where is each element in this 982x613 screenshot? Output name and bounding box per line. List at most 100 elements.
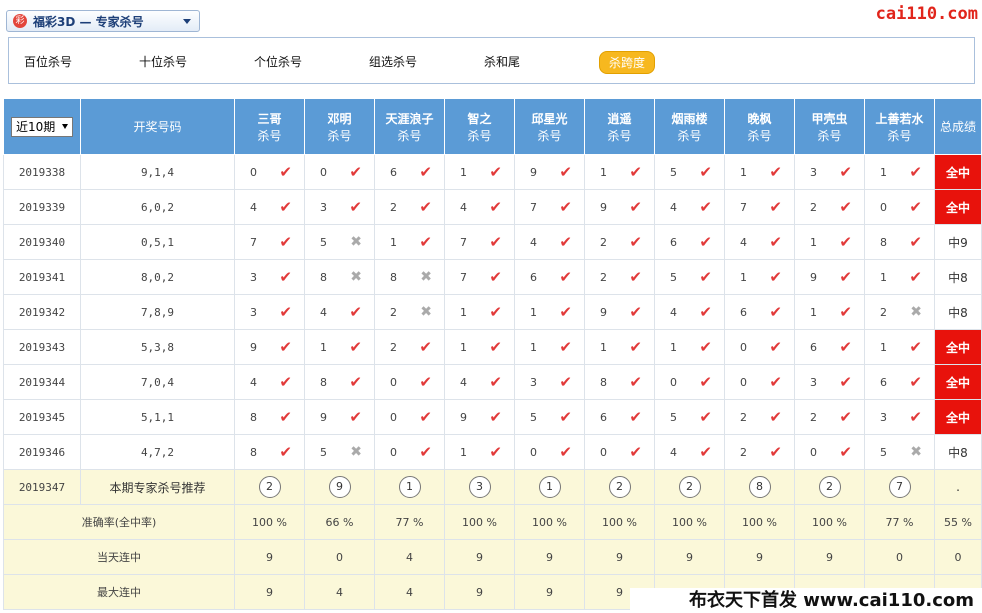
kill-cell: 7 ✔ xyxy=(514,189,585,225)
check-icon: ✔ xyxy=(559,163,572,181)
kill-cell-content: 1 ✔ xyxy=(586,338,654,356)
kill-cell: 0 ✔ xyxy=(864,189,935,225)
check-icon: ✔ xyxy=(629,338,642,356)
kill-cell: 6 ✔ xyxy=(374,154,445,190)
recommend-number: 2 xyxy=(678,476,701,498)
kill-cell: 9 ✔ xyxy=(584,294,655,330)
kill-number: 4 xyxy=(740,235,747,249)
kill-number: 1 xyxy=(460,305,467,319)
recommend-row: 2019347 本期专家杀号推荐 2 9 1 3 1 2 2 8 2 7. xyxy=(3,469,982,505)
expert-sub-label: 杀号 xyxy=(537,128,562,143)
expert-sub-label: 杀号 xyxy=(887,128,912,143)
draw-number-header: 开奖号码 xyxy=(80,98,235,155)
kill-number: 2 xyxy=(390,200,397,214)
kill-cell-content: 4 ✔ xyxy=(656,443,724,461)
stat-value: 77 % xyxy=(864,504,935,540)
check-icon: ✔ xyxy=(279,338,292,356)
kill-number: 4 xyxy=(460,200,467,214)
kill-number: 2 xyxy=(390,305,397,319)
kill-cell-content: 1 ✔ xyxy=(516,303,584,321)
table-row: 2019339 6,0,2 4 ✔ 3 ✔ 2 ✔ 4 ✔ 7 ✔ 9 ✔ 4 ✔ 7 ✔ 2 ✔ 0 ✔ 全中 xyxy=(3,189,982,225)
kill-number: 6 xyxy=(810,340,817,354)
kill-cell-content: 1 ✔ xyxy=(726,163,794,181)
draw-number: 7,8,9 xyxy=(80,294,235,330)
kill-cell-content: 9 ✔ xyxy=(446,408,514,426)
draw-number: 0,5,1 xyxy=(80,224,235,260)
kill-number: 6 xyxy=(530,270,537,284)
check-icon: ✔ xyxy=(279,443,292,461)
check-icon: ✔ xyxy=(559,198,572,216)
kill-number: 5 xyxy=(320,235,327,249)
table-row: 2019342 7,8,9 3 ✔ 4 ✔ 2 ✖ 1 ✔ 1 ✔ 9 ✔ 4 ✔ 6 ✔ 1 ✔ 2 ✖ 中8 xyxy=(3,294,982,330)
kill-cell-content: 3 ✔ xyxy=(306,198,374,216)
kill-cell: 1 ✔ xyxy=(514,294,585,330)
issue-number: 2019343 xyxy=(3,329,81,365)
tab-units-kill[interactable]: 个位杀号 xyxy=(254,53,302,70)
issue-number: 2019338 xyxy=(3,154,81,190)
lottery-type-select[interactable]: 彩 福彩3D — 专家杀号 xyxy=(6,10,200,32)
site-logo[interactable]: cai110.com xyxy=(876,4,978,24)
kill-cell: 0 ✔ xyxy=(724,364,795,400)
kill-cell-content: 1 ✔ xyxy=(446,338,514,356)
kill-cell: 0 ✔ xyxy=(374,364,445,400)
tab-group-kill[interactable]: 组选杀号 xyxy=(369,53,417,70)
recommend-number: 2 xyxy=(258,476,281,498)
kill-number: 8 xyxy=(250,445,257,459)
stat-row: 准确率(全中率) 100 % 66 % 77 % 100 % 100 % 100 % 100 … xyxy=(3,504,982,540)
kill-cell-content: 7 ✔ xyxy=(446,233,514,251)
kill-cell-content: 3 ✔ xyxy=(866,408,934,426)
kill-cell-content: 0 ✔ xyxy=(376,373,444,391)
kill-number: 2 xyxy=(810,410,817,424)
kill-cell: 2 ✔ xyxy=(374,189,445,225)
expert-sub-label: 杀号 xyxy=(817,128,842,143)
kill-cell: 4 ✔ xyxy=(654,434,725,470)
issue-number: 2019345 xyxy=(3,399,81,435)
expert-header: 晚枫 杀号 xyxy=(724,98,795,155)
cross-icon: ✖ xyxy=(420,304,432,320)
tab-hundreds-kill[interactable]: 百位杀号 xyxy=(24,53,72,70)
kill-number: 0 xyxy=(390,410,397,424)
tab-sum-tail-kill[interactable]: 杀和尾 xyxy=(484,53,520,70)
check-icon: ✔ xyxy=(559,373,572,391)
kill-cell-content: 7 ✔ xyxy=(236,233,304,251)
kill-number: 8 xyxy=(390,270,397,284)
check-icon: ✔ xyxy=(629,268,642,286)
expert-header: 智之 杀号 xyxy=(444,98,515,155)
check-icon: ✔ xyxy=(769,338,782,356)
kill-cell: 9 ✔ xyxy=(794,259,865,295)
check-icon: ✔ xyxy=(279,408,292,426)
kill-number: 9 xyxy=(810,270,817,284)
period-select[interactable]: 近10期 xyxy=(11,116,73,137)
kill-number: 4 xyxy=(670,200,677,214)
kill-number: 0 xyxy=(390,445,397,459)
stat-value: 4 xyxy=(304,574,375,610)
kill-cell-content: 7 ✔ xyxy=(516,198,584,216)
tab-tens-kill[interactable]: 十位杀号 xyxy=(139,53,187,70)
stat-label: 最大连中 xyxy=(3,574,235,610)
kill-number: 7 xyxy=(530,200,537,214)
cross-icon: ✖ xyxy=(910,304,922,320)
check-icon: ✔ xyxy=(699,443,712,461)
check-icon: ✔ xyxy=(419,443,432,461)
kill-cell: 4 ✔ xyxy=(304,294,375,330)
kill-cell-content: 1 ✔ xyxy=(866,268,934,286)
check-icon: ✔ xyxy=(769,408,782,426)
stat-row: 当天连中 9 0 4 9 9 9 9 9 9 0 0 xyxy=(3,539,982,575)
kill-number: 1 xyxy=(390,235,397,249)
kill-number: 6 xyxy=(880,375,887,389)
recommend-number: 1 xyxy=(398,476,421,498)
expert-sub-label: 杀号 xyxy=(607,128,632,143)
kill-cell: 9 ✔ xyxy=(514,154,585,190)
kill-number: 5 xyxy=(530,410,537,424)
stat-value: 100 % xyxy=(514,504,585,540)
recommend-cell: 2 xyxy=(584,469,655,505)
kill-cell: 4 ✔ xyxy=(654,294,725,330)
lottery-type-label: 福彩3D — 专家杀号 xyxy=(33,14,144,29)
kill-cell-content: 6 ✔ xyxy=(796,338,864,356)
tab-span-kill[interactable]: 杀跨度 xyxy=(599,51,656,74)
check-icon: ✔ xyxy=(349,338,362,356)
check-icon: ✔ xyxy=(699,198,712,216)
kill-number: 4 xyxy=(250,375,257,389)
kill-cell: 8 ✖ xyxy=(304,259,375,295)
expert-header: 烟雨楼 杀号 xyxy=(654,98,725,155)
